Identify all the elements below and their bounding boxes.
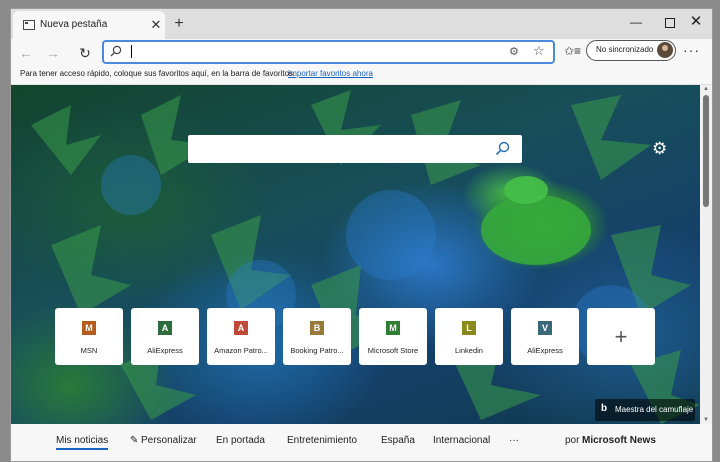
back-button[interactable]: ← [16, 43, 36, 63]
news-tab-mis-noticias[interactable]: Mis noticias [56, 435, 109, 450]
minimize-button[interactable]: — [619, 9, 653, 35]
tab-close-button[interactable]: ✕ [147, 16, 165, 34]
tile-label: Microsoft Store [367, 346, 419, 355]
quick-link-tile[interactable]: B Booking Patro... [283, 308, 351, 365]
import-favorites-link[interactable]: Importar favoritos ahora [288, 69, 373, 78]
quick-link-tile[interactable]: A Amazon Patro... [207, 308, 275, 365]
add-favorite-star-icon[interactable]: ☆ [533, 43, 545, 59]
tracking-prevention-icon[interactable]: ⚙ [509, 45, 519, 58]
news-more-button[interactable]: ··· [509, 435, 519, 446]
tile-label: Amazon Patro... [214, 346, 268, 355]
tile-label: AliExpress [147, 346, 183, 355]
favorites-bar: Para tener acceso rápido, coloque sus fa… [11, 67, 712, 85]
news-tab-en-portada[interactable]: En portada [216, 435, 265, 446]
tile-letter-badge: M [82, 321, 96, 335]
profile-label: No sincronizado [596, 45, 654, 54]
tile-letter-badge: B [310, 321, 324, 335]
news-tab-personalizar[interactable]: Personalizar [141, 435, 197, 446]
tab-new-tab[interactable]: Nueva pestaña ✕ [13, 11, 165, 39]
web-search-input[interactable] [188, 135, 522, 163]
tile-letter-badge: M [386, 321, 400, 335]
pencil-icon: ✎ [130, 435, 139, 446]
new-tab-button[interactable]: + [169, 14, 189, 34]
quick-link-tile[interactable]: M MSN [55, 308, 123, 365]
quick-link-tile[interactable]: A AliExpress [131, 308, 199, 365]
settings-more-button[interactable]: ··· [683, 42, 700, 58]
profile-button[interactable]: No sincronizado [586, 40, 676, 61]
news-tab-entretenimiento[interactable]: Entretenimiento [287, 435, 357, 446]
tile-label: Linkedin [455, 346, 483, 355]
add-quick-link-button[interactable]: + [587, 308, 655, 365]
quick-link-tile[interactable]: M Microsoft Store [359, 308, 427, 365]
toolbar: ← → ↻ ⚙ ☆ ✩≡ No sincronizado ··· [11, 39, 712, 67]
tile-label: AliExpress [527, 346, 563, 355]
tile-label: MSN [80, 346, 98, 355]
image-credit-text: Maestra del camuflaje [615, 405, 694, 414]
forward-button[interactable]: → [43, 43, 63, 63]
search-icon [110, 45, 122, 57]
news-tab-espana[interactable]: España [381, 435, 415, 446]
tile-letter-badge: V [538, 321, 552, 335]
news-by-label: por [565, 435, 580, 446]
reload-button[interactable]: ↻ [75, 43, 95, 63]
new-tab-page-icon [23, 20, 35, 30]
scroll-down-arrow-icon[interactable]: ▼ [703, 417, 709, 423]
address-bar[interactable]: ⚙ ☆ [102, 40, 555, 64]
scrollbar-thumb[interactable] [703, 95, 709, 207]
avatar [657, 42, 673, 58]
tab-title: Nueva pestaña [40, 19, 108, 30]
tile-letter-badge: A [234, 321, 248, 335]
favorites-icon[interactable]: ✩≡ [564, 44, 581, 58]
tab-strip: Nueva pestaña ✕ + — ✕ [11, 9, 712, 39]
scroll-up-arrow-icon[interactable]: ▲ [703, 86, 709, 92]
new-tab-background: ⚙ M MSN A AliExpress A Amazon Patro... B… [11, 85, 700, 424]
tile-letter-badge: L [462, 321, 476, 335]
favorites-bar-message: Para tener acceso rápido, coloque sus fa… [20, 69, 296, 78]
quick-link-tile[interactable]: V AliExpress [511, 308, 579, 365]
tile-letter-badge: A [158, 321, 172, 335]
news-navigation: Mis noticias ✎ Personalizar En portada E… [11, 424, 712, 461]
page-settings-gear-icon[interactable]: ⚙ [652, 140, 667, 157]
close-window-button[interactable]: ✕ [679, 9, 712, 35]
text-cursor [131, 45, 132, 58]
browser-window: Nueva pestaña ✕ + — ✕ ← → ↻ ⚙ ☆ ✩≡ No si… [10, 8, 713, 462]
plus-icon: + [614, 324, 628, 349]
quick-link-tile[interactable]: L Linkedin [435, 308, 503, 365]
image-credit[interactable]: b Maestra del camuflaje [595, 399, 695, 421]
search-icon[interactable] [495, 141, 510, 156]
maximize-icon [665, 17, 675, 28]
bing-logo-icon: b [601, 403, 608, 414]
microsoft-news-brand[interactable]: Microsoft News [582, 435, 656, 446]
tile-label: Booking Patro... [290, 346, 344, 355]
news-tab-internacional[interactable]: Internacional [433, 435, 490, 446]
scrollbar[interactable]: ▲ ▼ [700, 85, 712, 424]
